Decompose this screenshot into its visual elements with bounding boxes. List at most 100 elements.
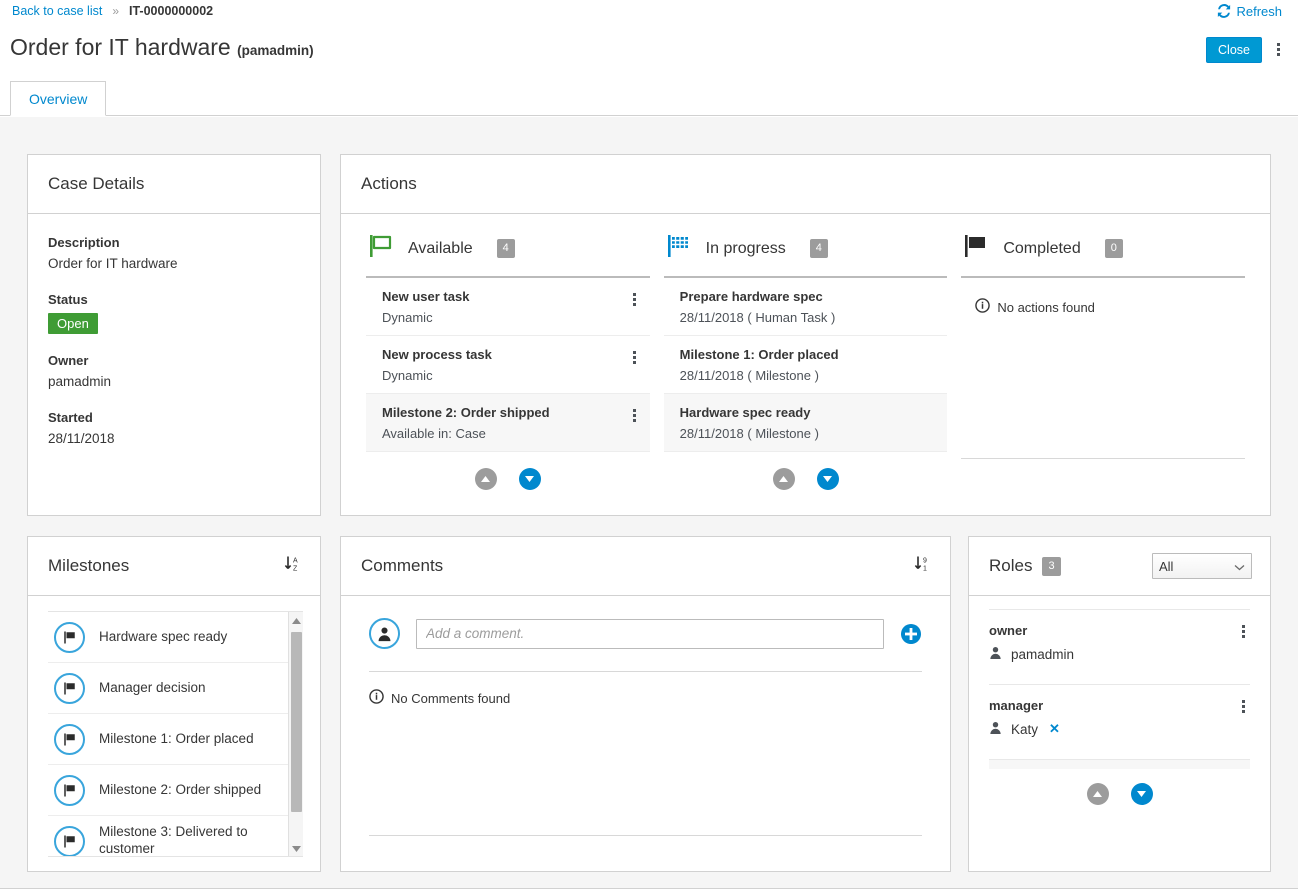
milestone-flag-icon [54,826,85,857]
action-overflow-menu-icon[interactable] [628,348,642,366]
milestone-flag-icon [54,622,85,653]
page-title-owner: (pamadmin) [237,43,314,58]
description-label: Description [48,235,300,250]
tab-bar: Overview [0,81,1298,116]
svg-text:A: A [293,558,298,565]
list-item[interactable]: Milestone 1: Order placed [48,714,303,765]
breadcrumb-separator: » [112,4,119,18]
action-title: Milestone 1: Order placed [680,347,948,362]
actions-column-in-progress: In progress 4 Prepare hardware spec 28/1… [657,228,955,490]
list-item[interactable]: Milestone 2: Order shipped [48,765,303,816]
action-subtitle: Dynamic [382,368,650,383]
list-item[interactable]: Milestone 3: Delivered to customer [48,816,303,857]
completed-empty-text: No actions found [997,300,1095,315]
roles-pagination [989,769,1250,805]
comments-footer-divider [369,835,922,836]
comments-header: Comments 9 1 [341,537,950,596]
sort-alpha-down-icon[interactable]: A Z [284,555,302,578]
actions-column-available: Available 4 New user task Dynamic New pr… [359,228,657,490]
action-subtitle: Available in: Case [382,426,650,441]
milestones-title: Milestones [48,556,129,576]
svg-text:Z: Z [293,566,298,573]
list-item[interactable]: Manager decision [48,663,303,714]
case-details-title: Case Details [48,174,144,194]
header-overflow-menu-icon[interactable] [1271,39,1285,59]
action-item[interactable]: Hardware spec ready 28/11/2018 ( Milesto… [664,394,948,452]
page-up-icon[interactable] [1087,783,1109,805]
comment-input[interactable] [416,619,884,649]
action-item[interactable]: Milestone 2: Order shipped Available in:… [366,394,650,452]
action-subtitle: 28/11/2018 ( Human Task ) [680,310,948,325]
milestone-flag-icon [54,673,85,704]
in-progress-count: 4 [810,239,828,258]
milestone-flag-icon [54,775,85,806]
role-overflow-menu-icon[interactable] [1236,622,1250,640]
comments-title: Comments [361,556,443,576]
role-user: Katy ✕ [989,721,1250,737]
svg-text:9: 9 [923,558,927,565]
avatar [369,618,400,649]
action-overflow-menu-icon[interactable] [628,290,642,308]
info-circle-icon [975,298,990,316]
user-icon [989,721,1002,737]
status-badge: Open [48,313,98,334]
plus-circle-icon[interactable] [900,623,922,645]
action-item[interactable]: New user task Dynamic [366,278,650,336]
sort-numeric-down-icon[interactable]: 9 1 [914,555,932,578]
comments-panel: Comments 9 1 No Comments found [340,536,951,872]
action-item[interactable]: Milestone 1: Order placed 28/11/2018 ( M… [664,336,948,394]
action-subtitle: 28/11/2018 ( Milestone ) [680,368,948,383]
action-item[interactable]: Prepare hardware spec 28/11/2018 ( Human… [664,278,948,336]
milestone-flag-icon [54,724,85,755]
in-progress-list: Prepare hardware spec 28/11/2018 ( Human… [664,278,948,452]
milestone-label: Milestone 1: Order placed [99,731,254,748]
action-title: New user task [382,289,650,304]
owner-label: Owner [48,353,300,368]
case-details-body: Description Order for IT hardware Status… [28,214,320,446]
action-item[interactable]: New process task Dynamic [366,336,650,394]
completed-label: Completed [1003,240,1080,258]
add-comment-row [369,618,922,649]
page-up-icon[interactable] [773,468,795,490]
page-down-icon[interactable] [1131,783,1153,805]
page-title: Order for IT hardware (pamadmin) [10,34,314,61]
completed-count: 0 [1105,239,1123,258]
milestones-scrollbar[interactable] [288,612,303,857]
completed-empty-message: No actions found [961,278,1245,316]
milestones-list: Hardware spec ready Manager decision Mil… [48,611,303,857]
completed-column-header: Completed 0 [961,228,1245,278]
list-item[interactable]: Hardware spec ready [48,612,303,663]
scroll-up-icon[interactable] [289,612,303,630]
back-to-case-list-link[interactable]: Back to case list [12,4,102,18]
completed-divider [961,458,1245,459]
tab-overview[interactable]: Overview [10,81,106,116]
page-down-icon[interactable] [519,468,541,490]
remove-user-icon[interactable]: ✕ [1049,721,1060,737]
milestone-label: Milestone 2: Order shipped [99,782,261,799]
refresh-button[interactable]: Refresh [1217,0,1282,22]
page-up-icon[interactable] [475,468,497,490]
chevron-down-icon [1234,559,1245,574]
action-title: New process task [382,347,650,362]
page-down-icon[interactable] [817,468,839,490]
comments-body: No Comments found [341,596,950,707]
actions-column-completed: Completed 0 No actions found [954,228,1252,490]
actions-header: Actions [341,155,1270,214]
case-details-header: Case Details [28,155,320,214]
milestones-body: Hardware spec ready Manager decision Mil… [28,596,320,857]
scrollbar-thumb[interactable] [291,632,302,812]
available-count: 4 [497,239,515,258]
action-overflow-menu-icon[interactable] [628,406,642,424]
role-row: manager Katy ✕ [989,684,1250,759]
scroll-down-icon[interactable] [289,840,303,857]
action-title: Milestone 2: Order shipped [382,405,650,420]
breadcrumb: Back to case list » IT-0000000002 [12,0,213,22]
role-overflow-menu-icon[interactable] [1236,697,1250,715]
flag-outline-icon [368,234,394,263]
roles-filter-select[interactable]: All [1152,553,1252,579]
role-user: pamadmin [989,646,1250,662]
comments-empty-message: No Comments found [369,672,922,707]
started-value: 28/11/2018 [48,431,300,446]
in-progress-label: In progress [706,240,786,258]
close-button[interactable]: Close [1206,37,1262,63]
